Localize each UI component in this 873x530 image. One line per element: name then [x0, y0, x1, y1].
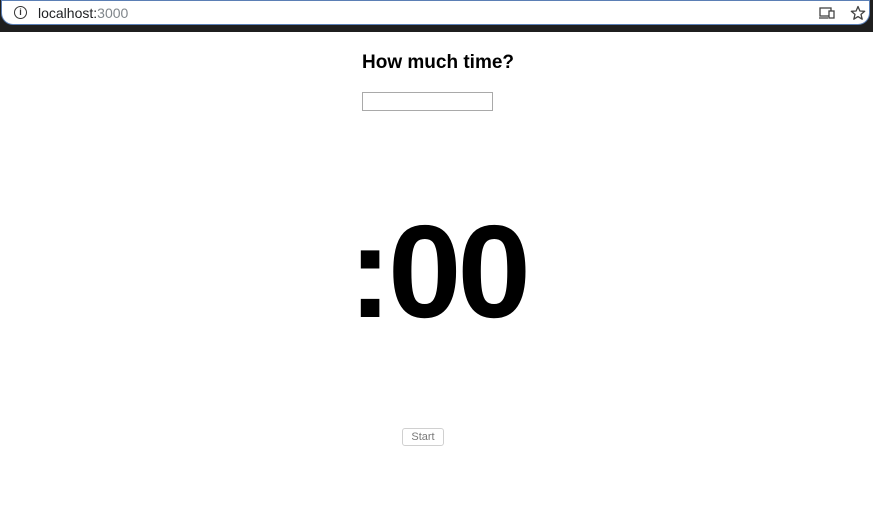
url-text[interactable]: localhost:3000	[38, 5, 128, 21]
url-host: localhost:	[38, 5, 98, 21]
page-content: How much time? :00 Start	[0, 32, 873, 530]
address-bar[interactable]: i localhost:3000	[1, 0, 870, 25]
cast-icon[interactable]	[819, 6, 835, 20]
info-icon[interactable]: i	[14, 6, 27, 19]
browser-toolbar: i localhost:3000	[0, 0, 873, 32]
time-input[interactable]	[362, 92, 493, 111]
star-icon[interactable]	[850, 5, 866, 21]
timer-display: :00	[348, 198, 531, 345]
url-port: 3000	[97, 5, 129, 21]
page-title: How much time?	[362, 52, 515, 73]
start-button[interactable]: Start	[402, 428, 444, 446]
